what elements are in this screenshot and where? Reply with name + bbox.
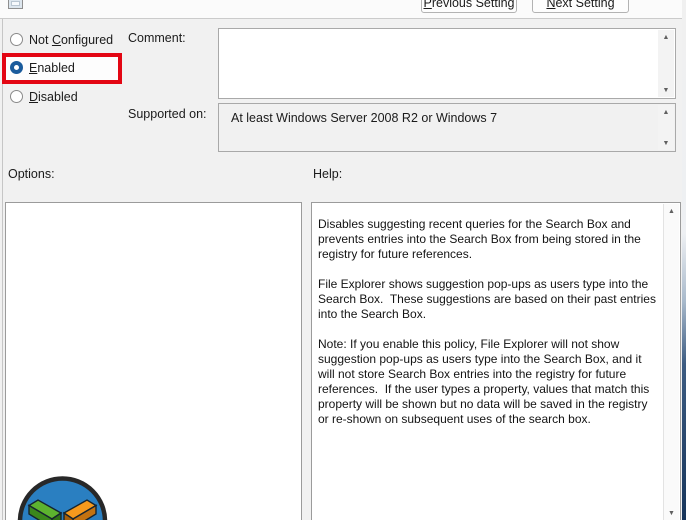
scroll-down-icon[interactable]: ▼ (664, 506, 680, 520)
help-text: Disables suggesting recent queries for t… (318, 217, 656, 426)
watermark-logo-icon (17, 476, 108, 520)
dialog-icon (8, 0, 23, 9)
previous-setting-button[interactable]: Previous Setting (421, 0, 517, 13)
radio-circle-selected-icon[interactable] (10, 61, 23, 74)
supported-on-value: At least Windows Server 2008 R2 or Windo… (231, 111, 498, 125)
radio-circle-icon[interactable] (10, 90, 23, 103)
comment-label: Comment: (128, 31, 186, 45)
scroll-down-icon[interactable]: ▼ (658, 136, 674, 150)
scroll-up-icon[interactable]: ▲ (664, 204, 680, 218)
options-pane (5, 202, 302, 520)
radio-label: Disabled (29, 89, 78, 104)
help-label: Help: (313, 167, 343, 181)
radio-not-configured[interactable]: Not Configured (10, 32, 113, 47)
radio-disabled[interactable]: Disabled (10, 89, 78, 104)
supported-scrollbar[interactable]: ▲ ▼ (658, 105, 674, 150)
scroll-up-icon[interactable]: ▲ (658, 30, 674, 44)
options-label: Options: (8, 167, 55, 181)
policy-setting-dialog: Previous Setting Next Setting Not Config… (0, 0, 686, 520)
radio-circle-icon[interactable] (10, 33, 23, 46)
comment-scrollbar[interactable]: ▲ ▼ (658, 30, 674, 97)
radio-enabled[interactable]: Enabled (10, 60, 75, 75)
dialog-header: Previous Setting Next Setting (0, 0, 682, 19)
window-left-border (2, 19, 3, 520)
supported-on-label: Supported on: (128, 107, 207, 121)
comment-textarea[interactable]: ▲ ▼ (218, 28, 676, 99)
next-setting-button[interactable]: Next Setting (532, 0, 629, 13)
radio-label: Not Configured (29, 32, 114, 47)
scroll-up-icon[interactable]: ▲ (658, 105, 674, 119)
radio-label: Enabled (29, 60, 75, 75)
supported-on-box: At least Windows Server 2008 R2 or Windo… (218, 103, 676, 152)
scroll-down-icon[interactable]: ▼ (658, 83, 674, 97)
desktop-edge-strip (682, 0, 686, 520)
help-scrollbar[interactable]: ▲ ▼ (663, 204, 679, 520)
help-pane: Disables suggesting recent queries for t… (311, 202, 681, 520)
